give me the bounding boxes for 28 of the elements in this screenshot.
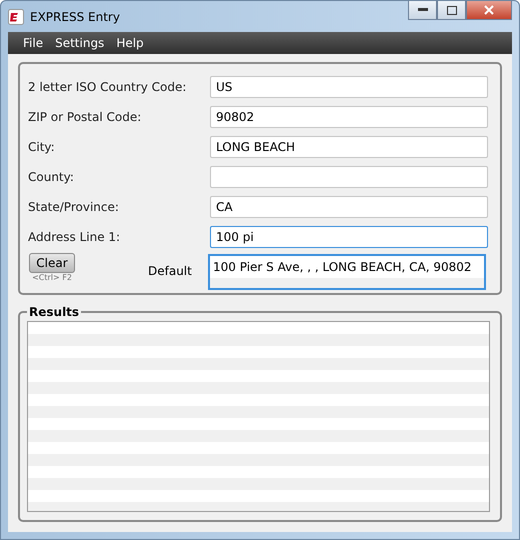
minimize-icon [418, 8, 428, 12]
input-field[interactable]: CA [210, 196, 488, 218]
shortcut-hint: <Ctrl> F2 [32, 273, 72, 282]
app-logo-icon [8, 8, 24, 24]
mode-label: Default [148, 264, 192, 278]
input-field[interactable]: 90802 [210, 106, 488, 128]
field-label: City: [28, 140, 56, 154]
field-label: Address Line 1: [28, 230, 122, 244]
menu-item[interactable]: Help [116, 36, 144, 50]
field-label: State/Province: [28, 200, 120, 214]
input-field[interactable]: US [210, 76, 488, 98]
window-title: EXPRESS Entry [30, 10, 120, 24]
field-label: ZIP or Postal Code: [28, 110, 142, 124]
close-icon [484, 5, 494, 15]
clear-button[interactable]: Clear [29, 253, 75, 273]
menu-item[interactable]: Settings [55, 36, 104, 50]
field-label: County: [28, 170, 75, 184]
maximize-button[interactable] [437, 1, 466, 20]
input-field[interactable] [210, 166, 488, 188]
menu-item[interactable]: File [23, 36, 44, 50]
suggestion-item[interactable]: 100 Pier S Ave, , , LONG BEACH, CA, 90802 [210, 256, 484, 278]
minimize-button[interactable] [408, 1, 437, 20]
results-title: Results [28, 305, 80, 319]
maximize-icon [446, 6, 456, 14]
input-field[interactable]: 100 pi [210, 226, 488, 248]
close-button[interactable] [466, 1, 512, 20]
input-field[interactable]: LONG BEACH [210, 136, 488, 158]
field-label: 2 letter ISO Country Code: [28, 80, 188, 94]
